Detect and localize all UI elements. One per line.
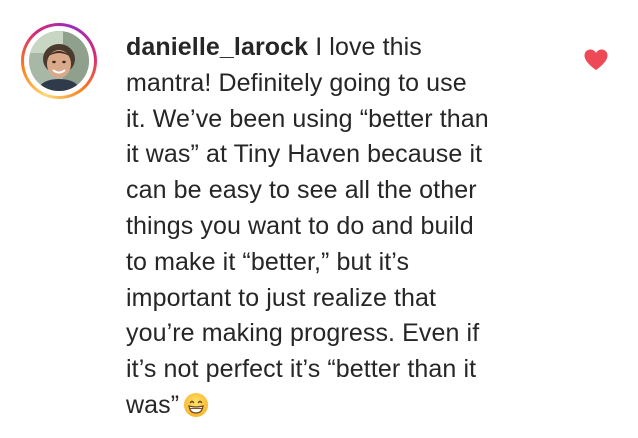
- comment-line: you’re making progress. Even if: [126, 319, 480, 348]
- avatar-ring-gap: [24, 26, 94, 96]
- username-link[interactable]: danielle_larock: [126, 33, 308, 61]
- comment-text: danielle_larock I love this mantra! Defi…: [126, 30, 566, 429]
- comment-line: can be easy to see all the other: [126, 176, 477, 205]
- avatar: [29, 31, 89, 91]
- comment-line: to make it “better,” but it’s: [126, 247, 410, 276]
- avatar-story-ring[interactable]: [21, 23, 97, 99]
- comment-line: mantra! Definitely going to use: [126, 68, 467, 97]
- comment-line: things you want to do and build: [126, 211, 474, 240]
- comment-line: danielle_larock I love this: [126, 30, 566, 66]
- comment-line: it was” at Tiny Haven because it: [126, 140, 483, 169]
- comment-line: important to just realize that: [126, 283, 437, 312]
- avatar-photo: [29, 31, 89, 91]
- comment-line: it. We’ve been using “better than: [126, 104, 489, 133]
- grinning-face-emoji-icon: [183, 392, 209, 429]
- comment-line: was”: [126, 388, 566, 429]
- comment-line: it’s not perfect it’s “better than it: [126, 355, 477, 384]
- comment: danielle_larock I love this mantra! Defi…: [0, 0, 638, 438]
- comment-line-text: was”: [126, 390, 180, 419]
- like-heart-icon[interactable]: [583, 48, 609, 72]
- comment-line-text: I love this: [308, 33, 422, 61]
